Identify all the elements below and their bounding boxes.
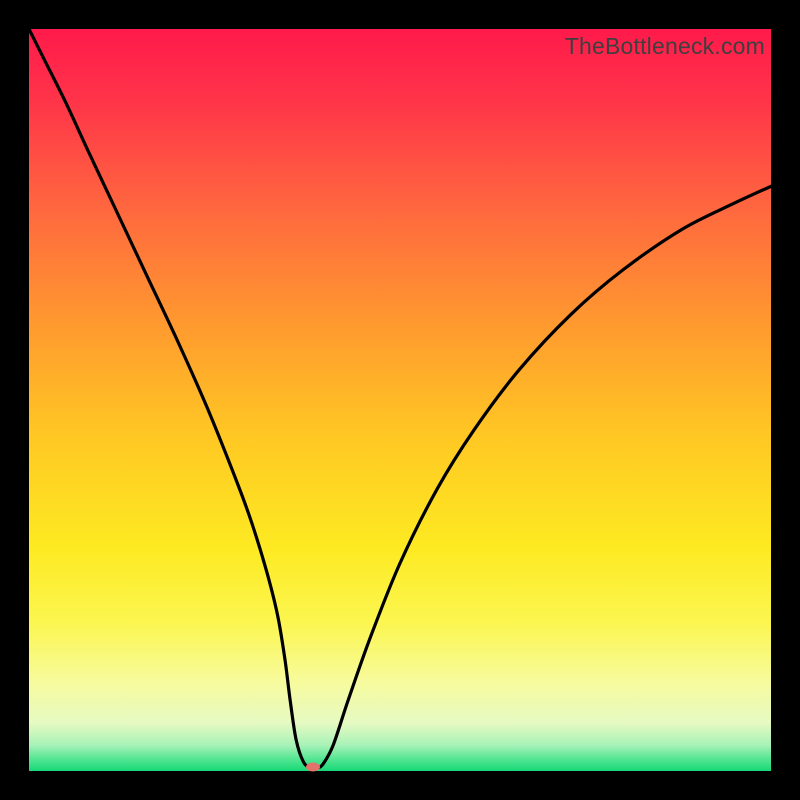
current-point-marker [306, 763, 320, 772]
chart-background [29, 29, 771, 771]
watermark-text: TheBottleneck.com [565, 33, 765, 60]
chart-frame: TheBottleneck.com [29, 29, 771, 771]
